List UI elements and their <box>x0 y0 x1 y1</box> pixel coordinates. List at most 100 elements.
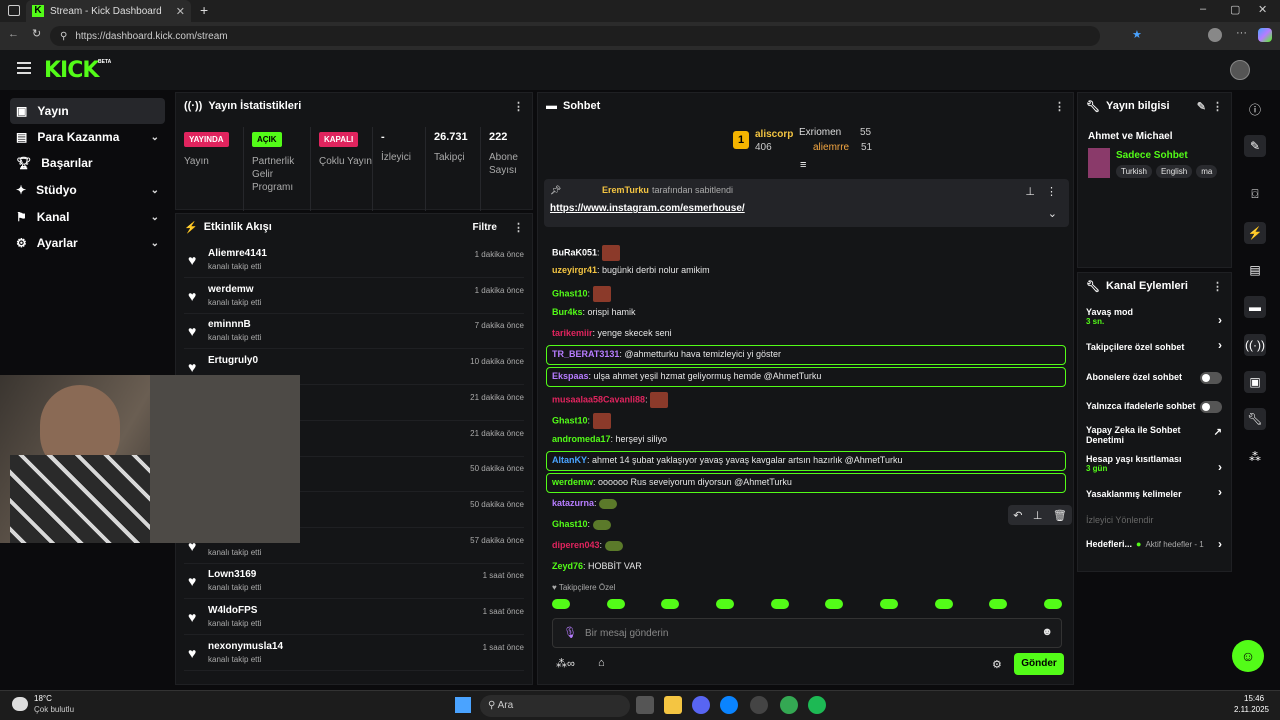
chat-message[interactable]: katazurna: <box>552 498 618 509</box>
infinity-icon[interactable]: ⁂∞ <box>556 657 575 670</box>
chat-username[interactable]: diperen043 <box>552 540 600 550</box>
site-info-icon[interactable]: ⚲ <box>60 31 67 42</box>
close-tab-icon[interactable]: ✕ <box>176 5 185 18</box>
emote-icon[interactable] <box>989 599 1008 609</box>
sidebar-item-studyo[interactable]: ✦ Stüdyo ⌄ <box>10 177 165 203</box>
emote-icon[interactable] <box>825 599 844 609</box>
emote-icon[interactable] <box>1043 599 1062 609</box>
document-icon[interactable]: ▤ <box>1244 259 1266 281</box>
chat-message[interactable]: andromeda17: herşeyi siliyo <box>552 434 667 444</box>
chat-message[interactable]: BuRaK051: <box>552 245 621 261</box>
sidebar-item-kanal[interactable]: ⚑ Kanal ⌄ <box>10 204 165 230</box>
edit-icon[interactable]: ✎ <box>1197 100 1206 113</box>
more-options-icon[interactable]: ⋮ <box>1212 100 1223 113</box>
more-options-icon[interactable]: ⋮ <box>1046 185 1057 198</box>
store-icon[interactable]: ⌂ <box>598 657 605 669</box>
discord-icon[interactable] <box>692 696 710 714</box>
chat-message[interactable]: diperen043: <box>552 540 623 551</box>
layout-rail-icon[interactable]: ▣ <box>1244 371 1266 393</box>
activity-item[interactable]: ♥ Aliemre4141 kanalı takip etti 1 dakika ön… <box>184 242 524 278</box>
url-field[interactable]: ⚲ https://dashboard.kick.com/stream <box>50 26 1100 46</box>
emoji-icon[interactable]: ☻ <box>1041 626 1053 638</box>
sidebar-item-yayin[interactable]: ▣ Yayın <box>10 98 165 124</box>
emote-icon[interactable] <box>661 599 680 609</box>
emote-icon[interactable] <box>770 599 789 609</box>
settings-gear-icon[interactable]: ⚙ <box>992 658 1002 671</box>
new-tab-icon[interactable]: + <box>200 2 208 18</box>
reply-icon[interactable]: ↶ <box>1013 509 1022 522</box>
slow-mode-action[interactable]: Yavaş mod 3 sn. › <box>1086 307 1222 327</box>
activity-item[interactable]: ♥ Lown3169 kanalı takip etti 1 saat önce <box>184 563 524 600</box>
copilot-icon[interactable] <box>1258 28 1272 42</box>
ai-moderation-action[interactable]: Yapay Zeka ile Sohbet Denetimi ↗ <box>1086 425 1222 445</box>
refresh-icon[interactable]: ↻ <box>32 27 41 40</box>
chat-message[interactable]: werdemw: oooooo Rus seveiyorum diyorsun … <box>552 477 792 487</box>
send-button[interactable]: Gönder <box>1014 653 1064 675</box>
more-options-icon[interactable]: ⋮ <box>1054 100 1065 113</box>
pin-icon[interactable]: ⊥ <box>1033 509 1043 522</box>
chat-message[interactable]: uzeyirgr41: bugünki derbi nolur amikim <box>552 265 710 275</box>
subscribers-only-toggle[interactable] <box>1200 372 1222 384</box>
chrome-icon[interactable] <box>780 696 798 714</box>
chat-username[interactable]: Ghast10 <box>552 415 588 425</box>
tag[interactable]: English <box>1155 165 1193 178</box>
chat-username[interactable]: musaalaa58Cavanli88 <box>552 394 645 404</box>
spotify-icon[interactable] <box>808 696 826 714</box>
unpin-icon[interactable]: ⊥ <box>1025 185 1035 198</box>
more-options-icon[interactable]: ⋮ <box>513 100 524 113</box>
wrench-rail-icon[interactable]: 🔧︎ <box>1244 408 1266 430</box>
emote-icon[interactable] <box>552 599 570 609</box>
chat-username[interactable]: andromeda17 <box>552 434 611 444</box>
lightning-rail-icon[interactable]: ⚡ <box>1244 222 1266 244</box>
chat-message[interactable]: Ghast10: <box>552 413 611 429</box>
chat-input[interactable]: 🎙︎ Bir mesaj gönderin ☻ <box>552 618 1062 648</box>
file-explorer-icon[interactable] <box>664 696 682 714</box>
support-chat-button[interactable]: ☺ <box>1232 640 1264 672</box>
chat-username[interactable]: Ekspaas <box>552 371 589 381</box>
sidebar-item-para-kazanma[interactable]: ▤ Para Kazanma ⌄ <box>10 124 165 150</box>
chat-username[interactable]: Ghast10 <box>552 288 588 298</box>
sidebar-item-basarilar[interactable]: 🏆︎ Başarılar <box>10 150 165 176</box>
category-name[interactable]: Sadece Sohbet <box>1116 150 1188 161</box>
emote-icon[interactable] <box>715 599 734 609</box>
more-menu-icon[interactable]: ··· <box>1236 27 1247 39</box>
close-window-icon[interactable]: ✕ <box>1258 3 1267 16</box>
chat-message[interactable]: Ghast10: <box>552 286 611 302</box>
emote-icon[interactable] <box>606 599 625 609</box>
chat-message[interactable]: Bur4ks: orispi hamik <box>552 307 636 317</box>
leader-name[interactable]: aliscorp <box>755 129 793 140</box>
chat-username[interactable]: uzeyirgr41 <box>552 265 597 275</box>
profile-avatar[interactable] <box>1208 28 1222 42</box>
camera-icon[interactable]: ⌼ <box>1244 183 1266 205</box>
chat-message[interactable]: AltanKY: ahmet 14 şubat yaklaşıyor yavaş… <box>552 455 902 465</box>
emotes-only-toggle[interactable] <box>1200 401 1222 413</box>
microphone-icon[interactable]: 🎙︎ <box>563 626 577 639</box>
edge-icon[interactable] <box>720 696 738 714</box>
info-icon[interactable]: ⓘ <box>1244 98 1266 120</box>
emote-icon[interactable] <box>879 599 898 609</box>
filter-button[interactable]: Filtre <box>473 222 497 233</box>
tag[interactable]: Turkish <box>1116 165 1152 178</box>
browser-tab[interactable]: K Stream - Kick Dashboard ✕ <box>26 0 191 22</box>
activity-item[interactable]: ♥ eminnnB kanalı takip etti 7 dakika önce <box>184 313 524 350</box>
chat-username[interactable]: tarikemiir <box>552 328 593 338</box>
chat-message[interactable]: musaalaa58Cavanli88: <box>552 392 669 408</box>
chat-message[interactable]: TR_BERAT3131: @ahmetturku hava temizleyi… <box>552 349 781 359</box>
activity-item[interactable]: ♥ werdemw kanalı takip etti 1 dakika önce <box>184 278 524 314</box>
maximize-icon[interactable]: ▢ <box>1230 3 1240 16</box>
chat-username[interactable]: katazurna <box>552 498 594 508</box>
emote-icon[interactable] <box>934 599 953 609</box>
minimize-icon[interactable]: – <box>1200 3 1206 15</box>
edit-rail-icon[interactable]: ✎ <box>1244 135 1266 157</box>
hamburger-menu-icon[interactable] <box>17 62 31 74</box>
chat-username[interactable]: Ghast10 <box>552 519 588 529</box>
sidebar-item-ayarlar[interactable]: ⚙ Ayarlar ⌄ <box>10 230 165 256</box>
user-avatar[interactable] <box>1230 60 1250 80</box>
leader-name[interactable]: Exriomen <box>799 127 841 138</box>
task-view-icon[interactable] <box>636 696 654 714</box>
chat-username[interactable]: werdemw <box>552 477 593 487</box>
chat-username[interactable]: Zeyd76 <box>552 561 583 571</box>
delete-icon[interactable]: 🗑︎ <box>1053 509 1067 522</box>
chevron-down-icon[interactable]: ⌄ <box>1048 207 1057 220</box>
followers-only-action[interactable]: Takipçilere özel sohbet › <box>1086 338 1222 352</box>
